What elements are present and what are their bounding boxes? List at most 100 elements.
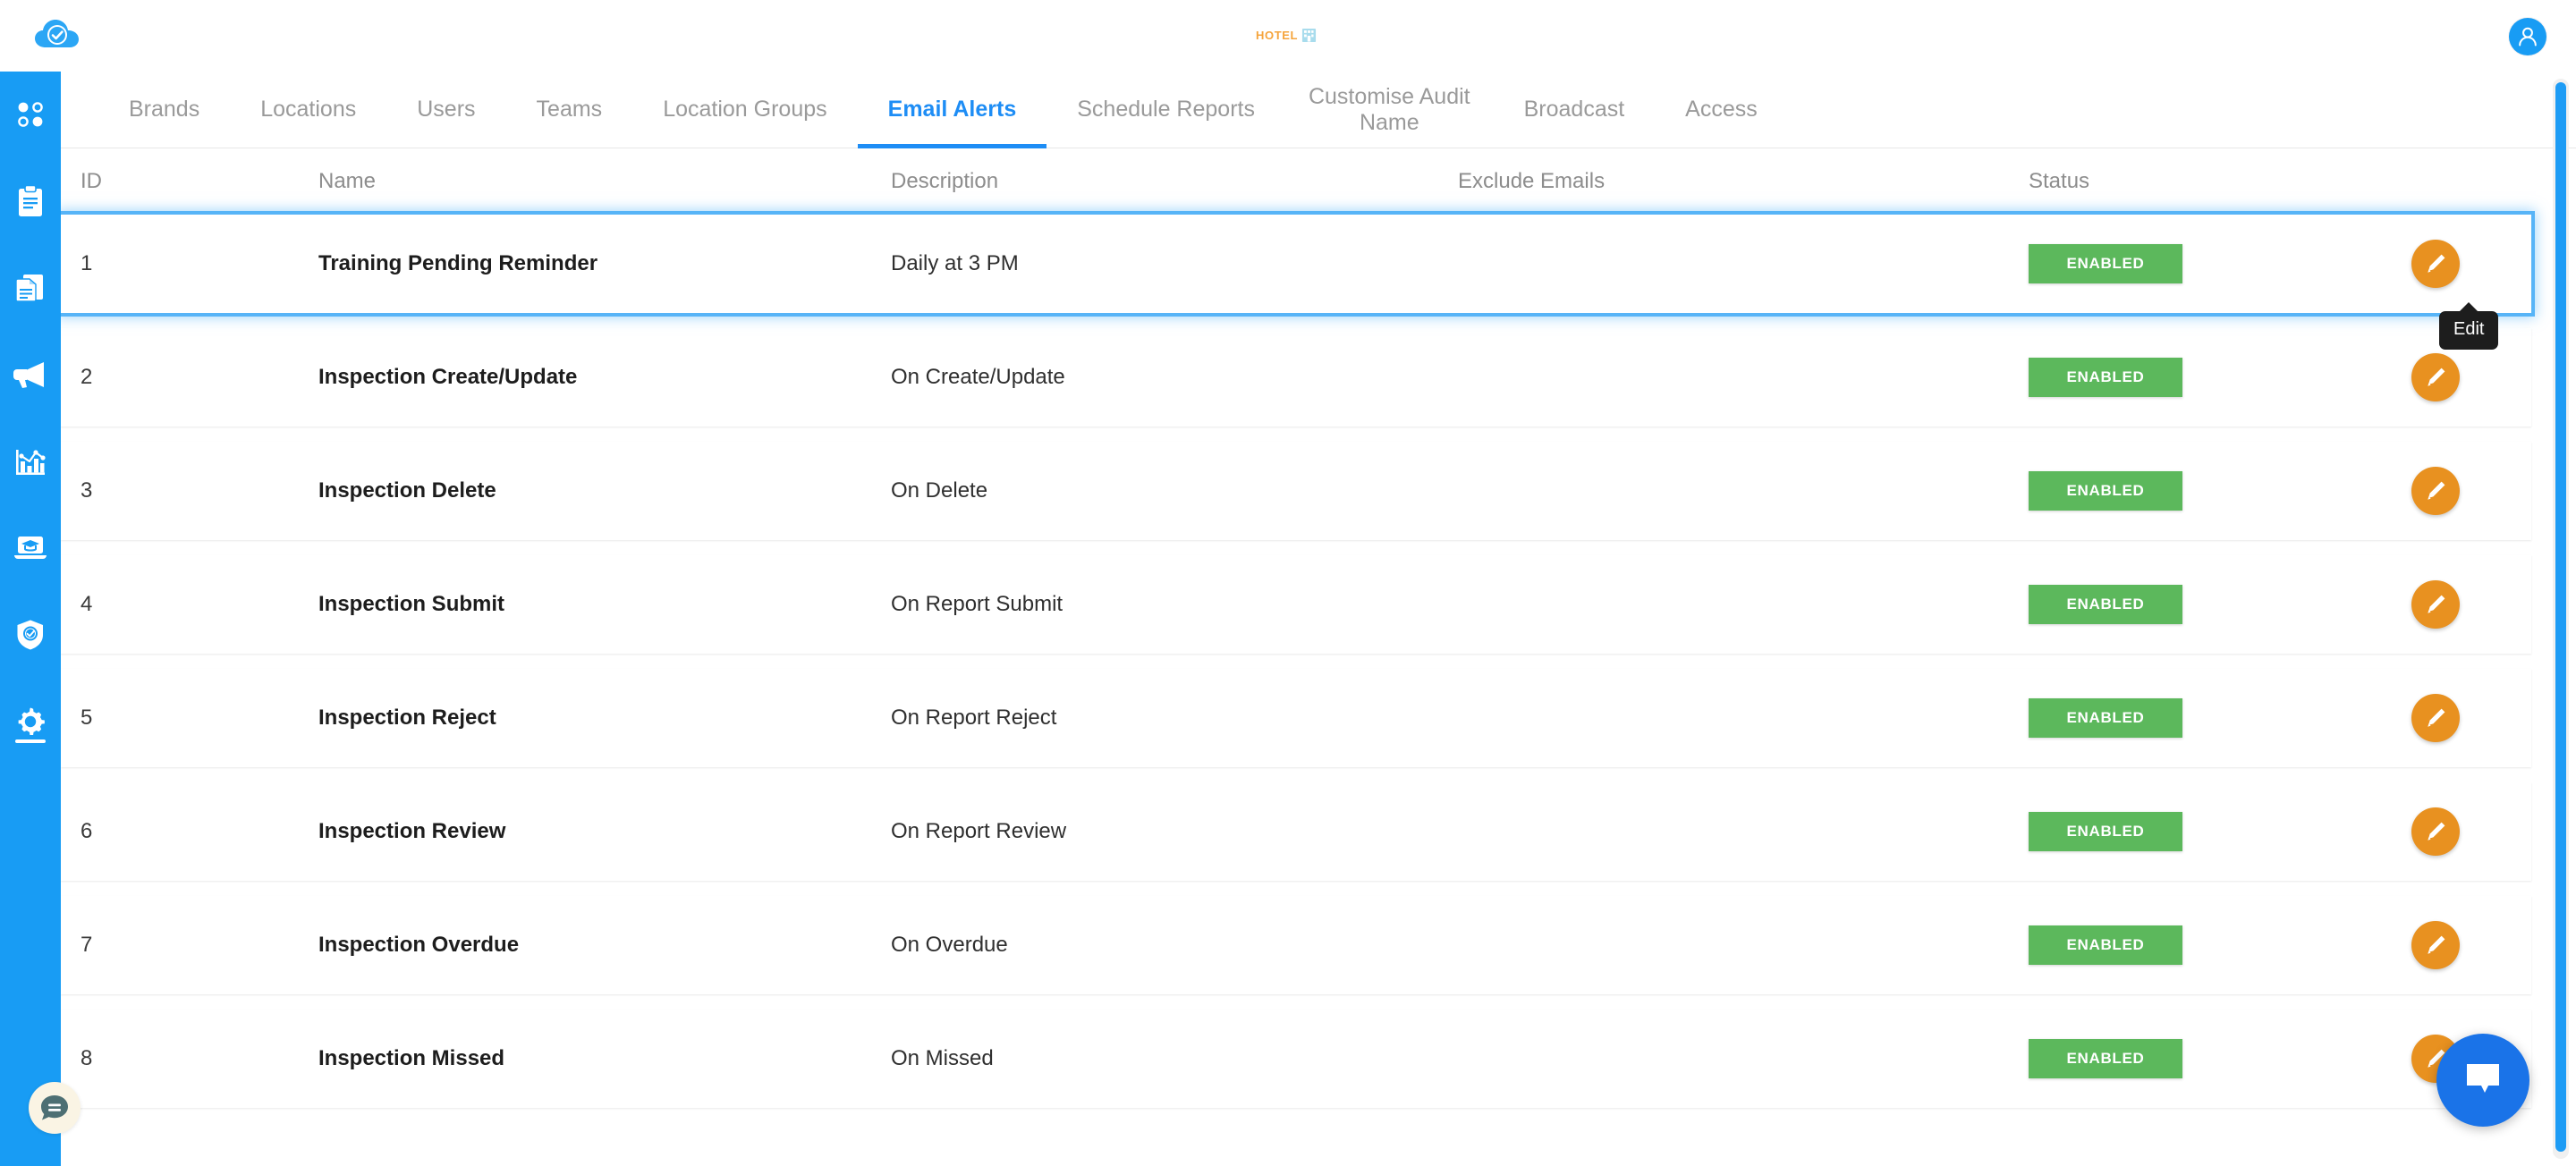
tab-schedule-reports[interactable]: Schedule Reports [1046,72,1285,148]
sidebar-item-compliance[interactable] [0,604,61,665]
tab-customise-audit-name[interactable]: Customise Audit Name [1285,72,1494,148]
cell-status: ENABLED [2029,585,2360,624]
top-header-bar: HOTEL [0,0,2576,72]
table-row[interactable]: 8 Inspection Missed On Missed ENABLED [61,1010,2531,1108]
tab-location-groups[interactable]: Location Groups [632,72,857,148]
cell-status: ENABLED [2029,925,2360,965]
user-avatar-icon [2519,27,2537,46]
status-badge: ENABLED [2029,812,2182,851]
cell-id: 4 [80,592,93,616]
cell-id: 2 [80,365,93,389]
cell-status: ENABLED [2029,358,2360,397]
pencil-icon [2428,368,2445,386]
cell-id: 5 [80,706,93,730]
table-row[interactable]: 2 Inspection Create/Update On Create/Upd… [61,328,2531,427]
feedback-button[interactable] [29,1082,80,1134]
cell-name: Inspection Missed [318,1046,505,1070]
cell-description: On Create/Update [891,365,1065,389]
edit-button[interactable] [2411,921,2460,969]
bar-chart-icon [16,450,46,475]
cell-actions [2360,807,2512,856]
status-badge: ENABLED [2029,585,2182,624]
edit-button[interactable] [2411,580,2460,629]
cell-actions [2360,921,2512,969]
page-scrollbar[interactable] [2553,79,2569,1159]
documents-icon [15,275,43,302]
tab-users[interactable]: Users [386,72,505,148]
user-avatar[interactable] [2509,18,2546,55]
edit-tooltip: Edit [2439,311,2499,350]
sidebar-item-reports[interactable] [0,258,61,318]
edit-button[interactable] [2411,467,2460,515]
cell-id: 6 [80,819,93,843]
tab-navigation: Brands Locations Users Teams Location Gr… [61,72,2576,148]
table-row[interactable]: 4 Inspection Submit On Report Submit ENA… [61,555,2531,654]
cell-id: 8 [80,1046,93,1070]
cell-description: On Report Reject [891,706,1057,730]
pencil-icon [2428,254,2445,273]
cell-status: ENABLED [2029,1039,2360,1078]
edit-button[interactable] [2411,353,2460,401]
scrollbar-thumb[interactable] [2555,82,2566,1152]
chat-widget-button[interactable] [2436,1034,2529,1127]
cell-name: Inspection Reject [318,706,496,730]
main-content: Brands Locations Users Teams Location Gr… [57,72,2576,1166]
table-row[interactable]: 7 Inspection Overdue On Overdue ENABLED [61,896,2531,994]
cell-description: On Delete [891,478,988,503]
email-alerts-table: ID Name Description Exclude Emails Statu… [57,148,2576,1108]
sidebar-item-analytics[interactable] [0,431,61,492]
pencil-icon [2428,822,2445,841]
sidebar-item-elearning[interactable] [0,518,61,579]
pencil-icon [2428,935,2445,954]
column-header-exclude-emails: Exclude Emails [1458,169,1606,193]
table-row[interactable]: 3 Inspection Delete On Delete ENABLED [61,442,2531,540]
table-row[interactable]: 5 Inspection Reject On Report Reject ENA… [61,669,2531,767]
cell-actions [2360,353,2512,401]
cell-name: Training Pending Reminder [318,251,598,275]
tab-access[interactable]: Access [1655,72,1788,148]
tab-brands[interactable]: Brands [98,72,230,148]
cell-actions [2360,240,2512,288]
tab-broadcast[interactable]: Broadcast [1494,72,1656,148]
status-badge: ENABLED [2029,1039,2182,1078]
gear-icon [18,707,45,735]
sidebar-item-broadcast[interactable] [0,344,61,405]
cell-status: ENABLED [2029,812,2360,851]
column-header-id: ID [80,169,102,193]
megaphone-icon [13,362,44,388]
sidebar-item-dashboard[interactable] [0,84,61,145]
pencil-icon [2428,481,2445,500]
cell-description: On Missed [891,1046,994,1070]
pencil-icon [2428,595,2445,613]
grid-dots-icon [18,102,43,127]
status-badge: ENABLED [2029,244,2182,283]
hotel-building-icon [1302,28,1317,42]
cell-id: 1 [80,251,93,275]
edit-button[interactable] [2411,807,2460,856]
cell-actions [2360,694,2512,742]
cell-name: Inspection Create/Update [318,365,578,389]
cloud-check-icon[interactable] [27,9,89,63]
sidebar-item-inspections[interactable] [0,171,61,232]
table-row[interactable]: 6 Inspection Review On Report Review ENA… [61,782,2531,881]
cell-name: Inspection Submit [318,592,505,616]
hotel-logo: HOTEL [1256,20,1336,50]
table-row[interactable]: 1 Training Pending Reminder Daily at 3 P… [57,211,2535,317]
edit-button[interactable] [2411,240,2460,288]
pencil-icon [2428,708,2445,727]
cell-actions [2360,467,2512,515]
cell-actions [2360,580,2512,629]
cell-name: Inspection Review [318,819,506,843]
status-badge: ENABLED [2029,358,2182,397]
cell-description: On Overdue [891,933,1008,957]
tab-locations[interactable]: Locations [230,72,386,148]
tab-email-alerts[interactable]: Email Alerts [857,72,1047,148]
edit-button[interactable] [2411,694,2460,742]
tab-teams[interactable]: Teams [506,72,633,148]
cell-id: 7 [80,933,93,957]
column-header-description: Description [891,169,999,193]
cell-status: ENABLED [2029,471,2360,511]
sidebar-item-settings[interactable] [0,691,61,752]
speech-bubble-icon [2467,1064,2499,1093]
left-sidebar [0,72,61,1166]
